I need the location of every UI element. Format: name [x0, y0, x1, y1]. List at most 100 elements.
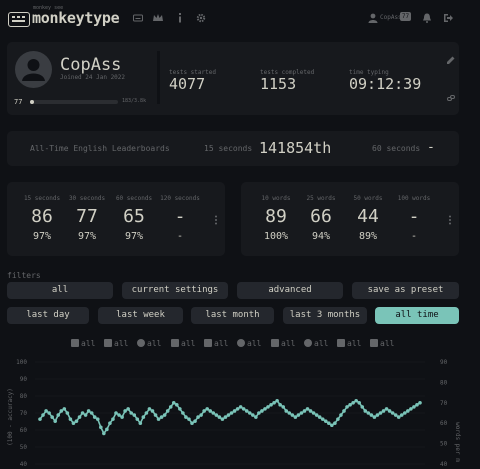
data-point[interactable] [257, 411, 261, 415]
data-point[interactable] [396, 415, 401, 419]
data-point[interactable] [117, 413, 121, 417]
data-point[interactable] [171, 401, 176, 405]
data-point[interactable] [147, 407, 152, 411]
data-point[interactable] [202, 409, 206, 413]
data-point[interactable] [399, 413, 404, 417]
data-point[interactable] [320, 417, 325, 421]
data-point[interactable] [150, 409, 155, 413]
data-point[interactable] [317, 415, 322, 419]
filter-last-month-button[interactable]: last month [191, 307, 274, 324]
filter-chip-gamepad[interactable]: all [337, 339, 361, 348]
data-point[interactable] [333, 421, 337, 425]
data-point[interactable] [272, 401, 276, 405]
gear-icon[interactable] [196, 13, 206, 23]
data-point[interactable] [211, 411, 216, 415]
data-point[interactable] [244, 409, 249, 413]
data-point[interactable] [241, 407, 246, 411]
data-point[interactable] [138, 421, 143, 425]
data-point[interactable] [105, 427, 109, 432]
data-point[interactable] [59, 409, 64, 413]
filter-chip-time[interactable]: all [137, 339, 161, 348]
data-point[interactable] [47, 411, 51, 415]
data-point[interactable] [238, 405, 243, 409]
filter-advanced-button[interactable]: advanced [237, 282, 343, 299]
data-point[interactable] [65, 411, 70, 415]
data-point[interactable] [199, 413, 203, 417]
filter-all-time-button[interactable]: all time [375, 307, 459, 324]
data-point[interactable] [89, 411, 94, 415]
filter-last-3-months-button[interactable]: last 3 months [283, 307, 367, 324]
info-icon[interactable] [175, 13, 185, 23]
data-point[interactable] [220, 417, 225, 421]
data-point[interactable] [330, 423, 334, 428]
data-point[interactable] [415, 403, 419, 407]
data-point[interactable] [56, 413, 61, 417]
filter-last-week-button[interactable]: last week [98, 307, 183, 324]
data-point[interactable] [92, 415, 97, 419]
data-point[interactable] [372, 415, 377, 419]
data-point[interactable] [229, 411, 234, 415]
data-point[interactable] [363, 409, 368, 413]
data-point[interactable] [284, 409, 289, 413]
data-point[interactable] [80, 411, 85, 415]
data-point[interactable] [187, 417, 191, 421]
history-chart[interactable]: 100 90 80 70 60 50 40 90 80 70 60 50 40 (100 - accura… [0, 352, 480, 469]
data-point[interactable] [190, 421, 194, 425]
data-point[interactable] [108, 421, 112, 425]
data-point[interactable] [226, 413, 231, 417]
data-point[interactable] [175, 403, 179, 407]
data-point[interactable] [351, 401, 355, 405]
data-point[interactable] [260, 409, 264, 413]
data-point[interactable] [390, 411, 395, 415]
save-as-preset-button[interactable]: save as preset [352, 282, 459, 299]
sign-out-icon[interactable] [443, 13, 453, 23]
filter-chip-tag[interactable]: all [370, 339, 394, 348]
data-point[interactable] [141, 415, 146, 419]
filter-last-day-button[interactable]: last day [7, 307, 89, 324]
data-point[interactable] [193, 419, 197, 423]
data-point[interactable] [208, 409, 213, 413]
data-point[interactable] [381, 409, 386, 413]
data-point[interactable] [360, 405, 365, 409]
more-vertical-icon[interactable] [214, 215, 218, 225]
data-point[interactable] [232, 409, 237, 413]
data-point[interactable] [178, 407, 182, 411]
data-point[interactable] [369, 413, 374, 417]
data-point[interactable] [44, 409, 48, 413]
data-point[interactable] [165, 409, 170, 413]
link-icon[interactable] [447, 94, 455, 102]
data-point[interactable] [86, 409, 91, 413]
data-point[interactable] [50, 415, 54, 419]
filter-chip-date[interactable]: all [71, 339, 95, 348]
data-point[interactable] [287, 411, 292, 415]
data-point[interactable] [269, 403, 273, 407]
data-point[interactable] [384, 407, 389, 411]
data-point[interactable] [71, 421, 76, 425]
data-point[interactable] [403, 411, 407, 415]
filter-chip-font[interactable]: all [171, 339, 195, 348]
data-point[interactable] [345, 405, 349, 409]
data-point[interactable] [162, 413, 167, 417]
data-point[interactable] [418, 401, 422, 405]
data-point[interactable] [357, 401, 362, 405]
data-point[interactable] [120, 415, 124, 419]
filter-chip-at[interactable]: all [237, 339, 261, 348]
bell-icon[interactable] [422, 13, 432, 23]
data-point[interactable] [387, 409, 392, 413]
data-point[interactable] [68, 417, 73, 421]
data-point[interactable] [214, 413, 219, 417]
data-point[interactable] [184, 415, 188, 419]
data-point[interactable] [251, 413, 255, 417]
data-point[interactable] [102, 431, 106, 436]
data-point[interactable] [168, 405, 173, 409]
data-point[interactable] [296, 413, 301, 417]
data-point[interactable] [74, 419, 79, 423]
data-point[interactable] [263, 407, 267, 411]
data-point[interactable] [135, 417, 140, 421]
data-point[interactable] [354, 398, 358, 403]
data-point[interactable] [235, 407, 240, 411]
pencil-icon[interactable] [447, 56, 455, 64]
data-point[interactable] [41, 413, 45, 417]
data-point[interactable] [336, 417, 340, 421]
data-point[interactable] [217, 415, 222, 419]
